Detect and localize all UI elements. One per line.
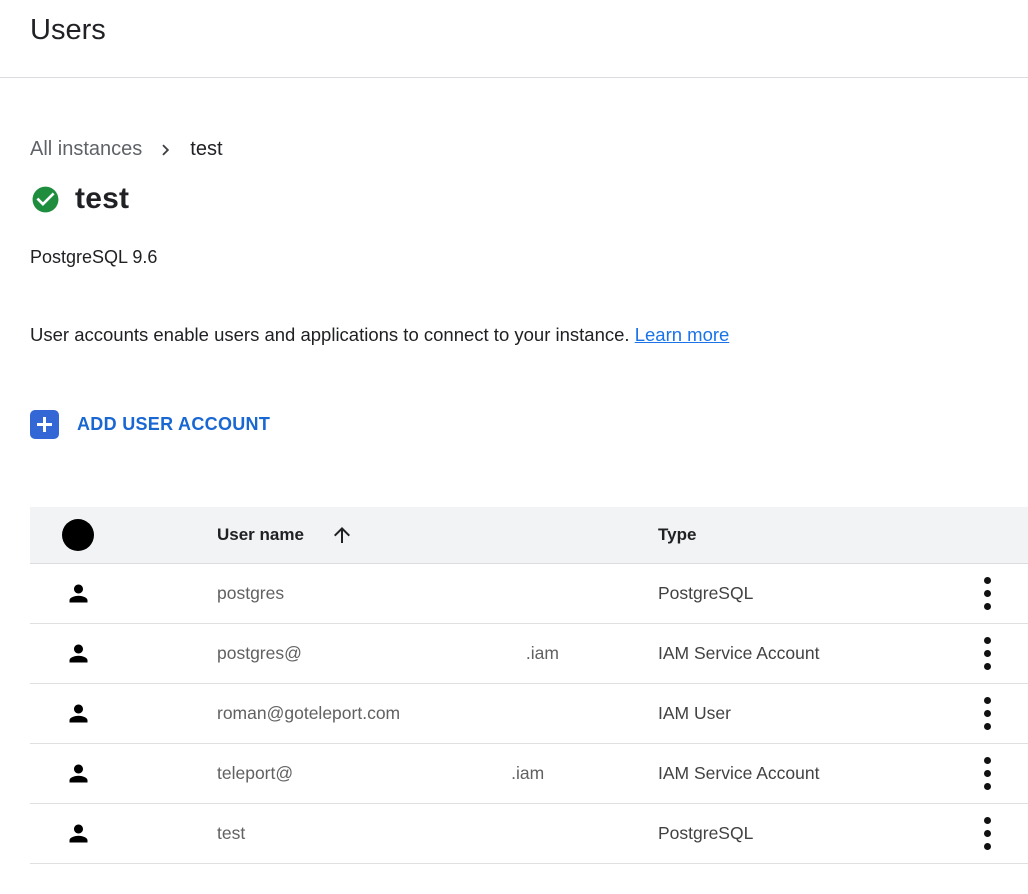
avatar-cell: [30, 820, 217, 847]
user-name-cell: roman@goteleport.com: [217, 703, 658, 724]
users-table: User name Type postgres PostgreSQL: [30, 507, 1028, 864]
add-user-account-button[interactable]: ADD USER ACCOUNT: [30, 410, 270, 439]
user-name-text: roman@goteleport.com: [217, 703, 400, 724]
sort-ascending-arrow-icon[interactable]: [330, 523, 354, 547]
user-type-cell: PostgreSQL: [658, 823, 958, 844]
avatar-header-circle-icon: [62, 519, 94, 551]
user-name-text: teleport@: [217, 763, 293, 784]
table-header-row: User name Type: [30, 507, 1028, 564]
page-title: Users: [30, 12, 998, 48]
user-type-cell: IAM Service Account: [658, 763, 958, 784]
instance-version: PostgreSQL 9.6: [30, 247, 1028, 268]
redacted-gap: [302, 653, 526, 654]
table-row: postgres PostgreSQL: [30, 564, 1028, 624]
breadcrumb: All instances test: [30, 138, 1028, 161]
user-type-cell: IAM Service Account: [658, 643, 958, 664]
user-name-column-header[interactable]: User name: [217, 523, 658, 547]
instance-name: test: [75, 182, 129, 216]
instance-title-row: test: [30, 182, 1028, 216]
breadcrumb-all-instances[interactable]: All instances: [30, 138, 142, 161]
user-name-text: test: [217, 823, 245, 844]
redacted-gap: [293, 773, 511, 774]
user-type-cell: PostgreSQL: [658, 583, 958, 604]
row-menu-kebab-icon[interactable]: [980, 630, 995, 677]
avatar-column-header: [30, 519, 217, 551]
add-user-account-label: ADD USER ACCOUNT: [77, 414, 270, 435]
type-column-header[interactable]: Type: [658, 525, 958, 545]
person-icon: [65, 640, 92, 667]
actions-cell: [958, 630, 1028, 677]
user-name-cell: postgres@ .iam: [217, 643, 658, 664]
type-header-label: Type: [658, 525, 696, 544]
row-menu-kebab-icon[interactable]: [980, 750, 995, 797]
learn-more-link[interactable]: Learn more: [635, 324, 730, 345]
page-header: Users: [0, 0, 1028, 78]
table-row: test PostgreSQL: [30, 804, 1028, 864]
user-type-cell: IAM User: [658, 703, 958, 724]
row-menu-kebab-icon[interactable]: [980, 690, 995, 737]
row-menu-kebab-icon[interactable]: [980, 570, 995, 617]
avatar-cell: [30, 760, 217, 787]
user-name-text: .iam: [511, 763, 544, 784]
user-name-cell: postgres: [217, 583, 658, 604]
table-row: roman@goteleport.com IAM User: [30, 684, 1028, 744]
avatar-cell: [30, 580, 217, 607]
actions-cell: [958, 750, 1028, 797]
users-description: User accounts enable users and applicati…: [30, 324, 1028, 346]
row-menu-kebab-icon[interactable]: [980, 810, 995, 857]
plus-icon: [30, 410, 59, 439]
actions-cell: [958, 570, 1028, 617]
avatar-cell: [30, 640, 217, 667]
main-content: All instances test test PostgreSQL 9.6 U…: [0, 138, 1028, 346]
user-name-text: .iam: [526, 643, 559, 664]
chevron-right-icon: [155, 139, 177, 161]
table-row: teleport@ .iam IAM Service Account: [30, 744, 1028, 804]
person-icon: [65, 580, 92, 607]
person-icon: [65, 760, 92, 787]
user-name-text: postgres@: [217, 643, 302, 664]
user-name-cell: test: [217, 823, 658, 844]
status-ok-icon: [30, 184, 61, 215]
description-text: User accounts enable users and applicati…: [30, 324, 630, 345]
breadcrumb-current: test: [190, 138, 222, 161]
person-icon: [65, 700, 92, 727]
table-row: postgres@ .iam IAM Service Account: [30, 624, 1028, 684]
table-body: postgres PostgreSQL postgres@ .iam IAM Se…: [30, 564, 1028, 864]
actions-cell: [958, 690, 1028, 737]
user-name-header-label: User name: [217, 525, 304, 545]
user-name-text: postgres: [217, 583, 284, 604]
person-icon: [65, 820, 92, 847]
avatar-cell: [30, 700, 217, 727]
user-name-cell: teleport@ .iam: [217, 763, 658, 784]
actions-cell: [958, 810, 1028, 857]
